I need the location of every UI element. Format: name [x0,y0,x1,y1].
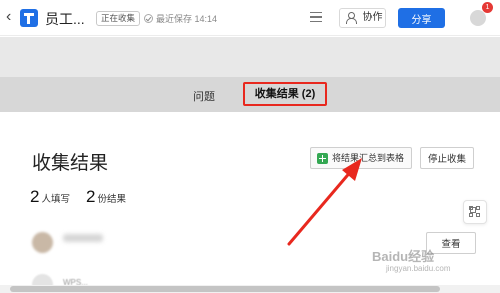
grid-cell [476,206,480,210]
stat-results: 2 份结果 [86,187,126,207]
status-badge: 正在收集 [96,11,141,26]
scrollbar-thumb[interactable] [10,286,440,292]
notification-badge: 1 [482,2,493,13]
grid-cell [469,213,473,217]
collaborate-label: 协作 [362,12,383,23]
grid-cell [476,213,480,217]
app-logo-icon [20,9,38,27]
results-count: 2 [86,187,96,206]
page-title: 收集结果 [32,153,109,174]
menu-icon[interactable] [310,12,322,22]
share-button[interactable]: 分享 [398,8,445,28]
horizontal-scrollbar[interactable] [0,285,500,293]
document-title[interactable]: 员工... [45,9,85,29]
respondent-avatar [32,232,53,253]
respondent-name-blurred [63,234,103,242]
header-band [0,37,500,77]
save-status: 最近保存 14:14 [144,12,217,25]
summarize-label: 将结果汇总到表格 [332,153,405,163]
apps-grid-icon[interactable] [463,200,487,224]
top-bar: ‹ 员工... 正在收集 最近保存 14:14 协作 分享 1 [0,0,500,36]
avatar[interactable] [470,10,486,26]
grid-cell [469,206,473,210]
tab-questions[interactable]: 问题 [193,88,215,104]
collaborate-button[interactable]: 协作 [339,8,386,28]
spreadsheet-icon [317,153,328,164]
summarize-to-sheet-button[interactable]: 将结果汇总到表格 [310,147,412,169]
watermark: Baidu经验 [372,249,435,264]
stop-collecting-button[interactable]: 停止收集 [420,147,474,169]
tab-results[interactable]: 收集结果 (2) [243,82,327,106]
watermark-url: jingyan.baidu.com [386,264,451,273]
save-status-text: 最近保存 14:14 [156,14,218,24]
filled-count: 2 [30,187,40,206]
results-label: 份结果 [97,194,126,205]
stat-filled: 2 人填写 [30,187,70,207]
user-icon [345,12,357,24]
check-circle-icon [144,14,153,23]
tab-bar: 问题 收集结果 (2) [0,77,500,112]
back-arrow-icon[interactable]: ‹ [6,9,11,25]
filled-label: 人填写 [41,194,70,205]
